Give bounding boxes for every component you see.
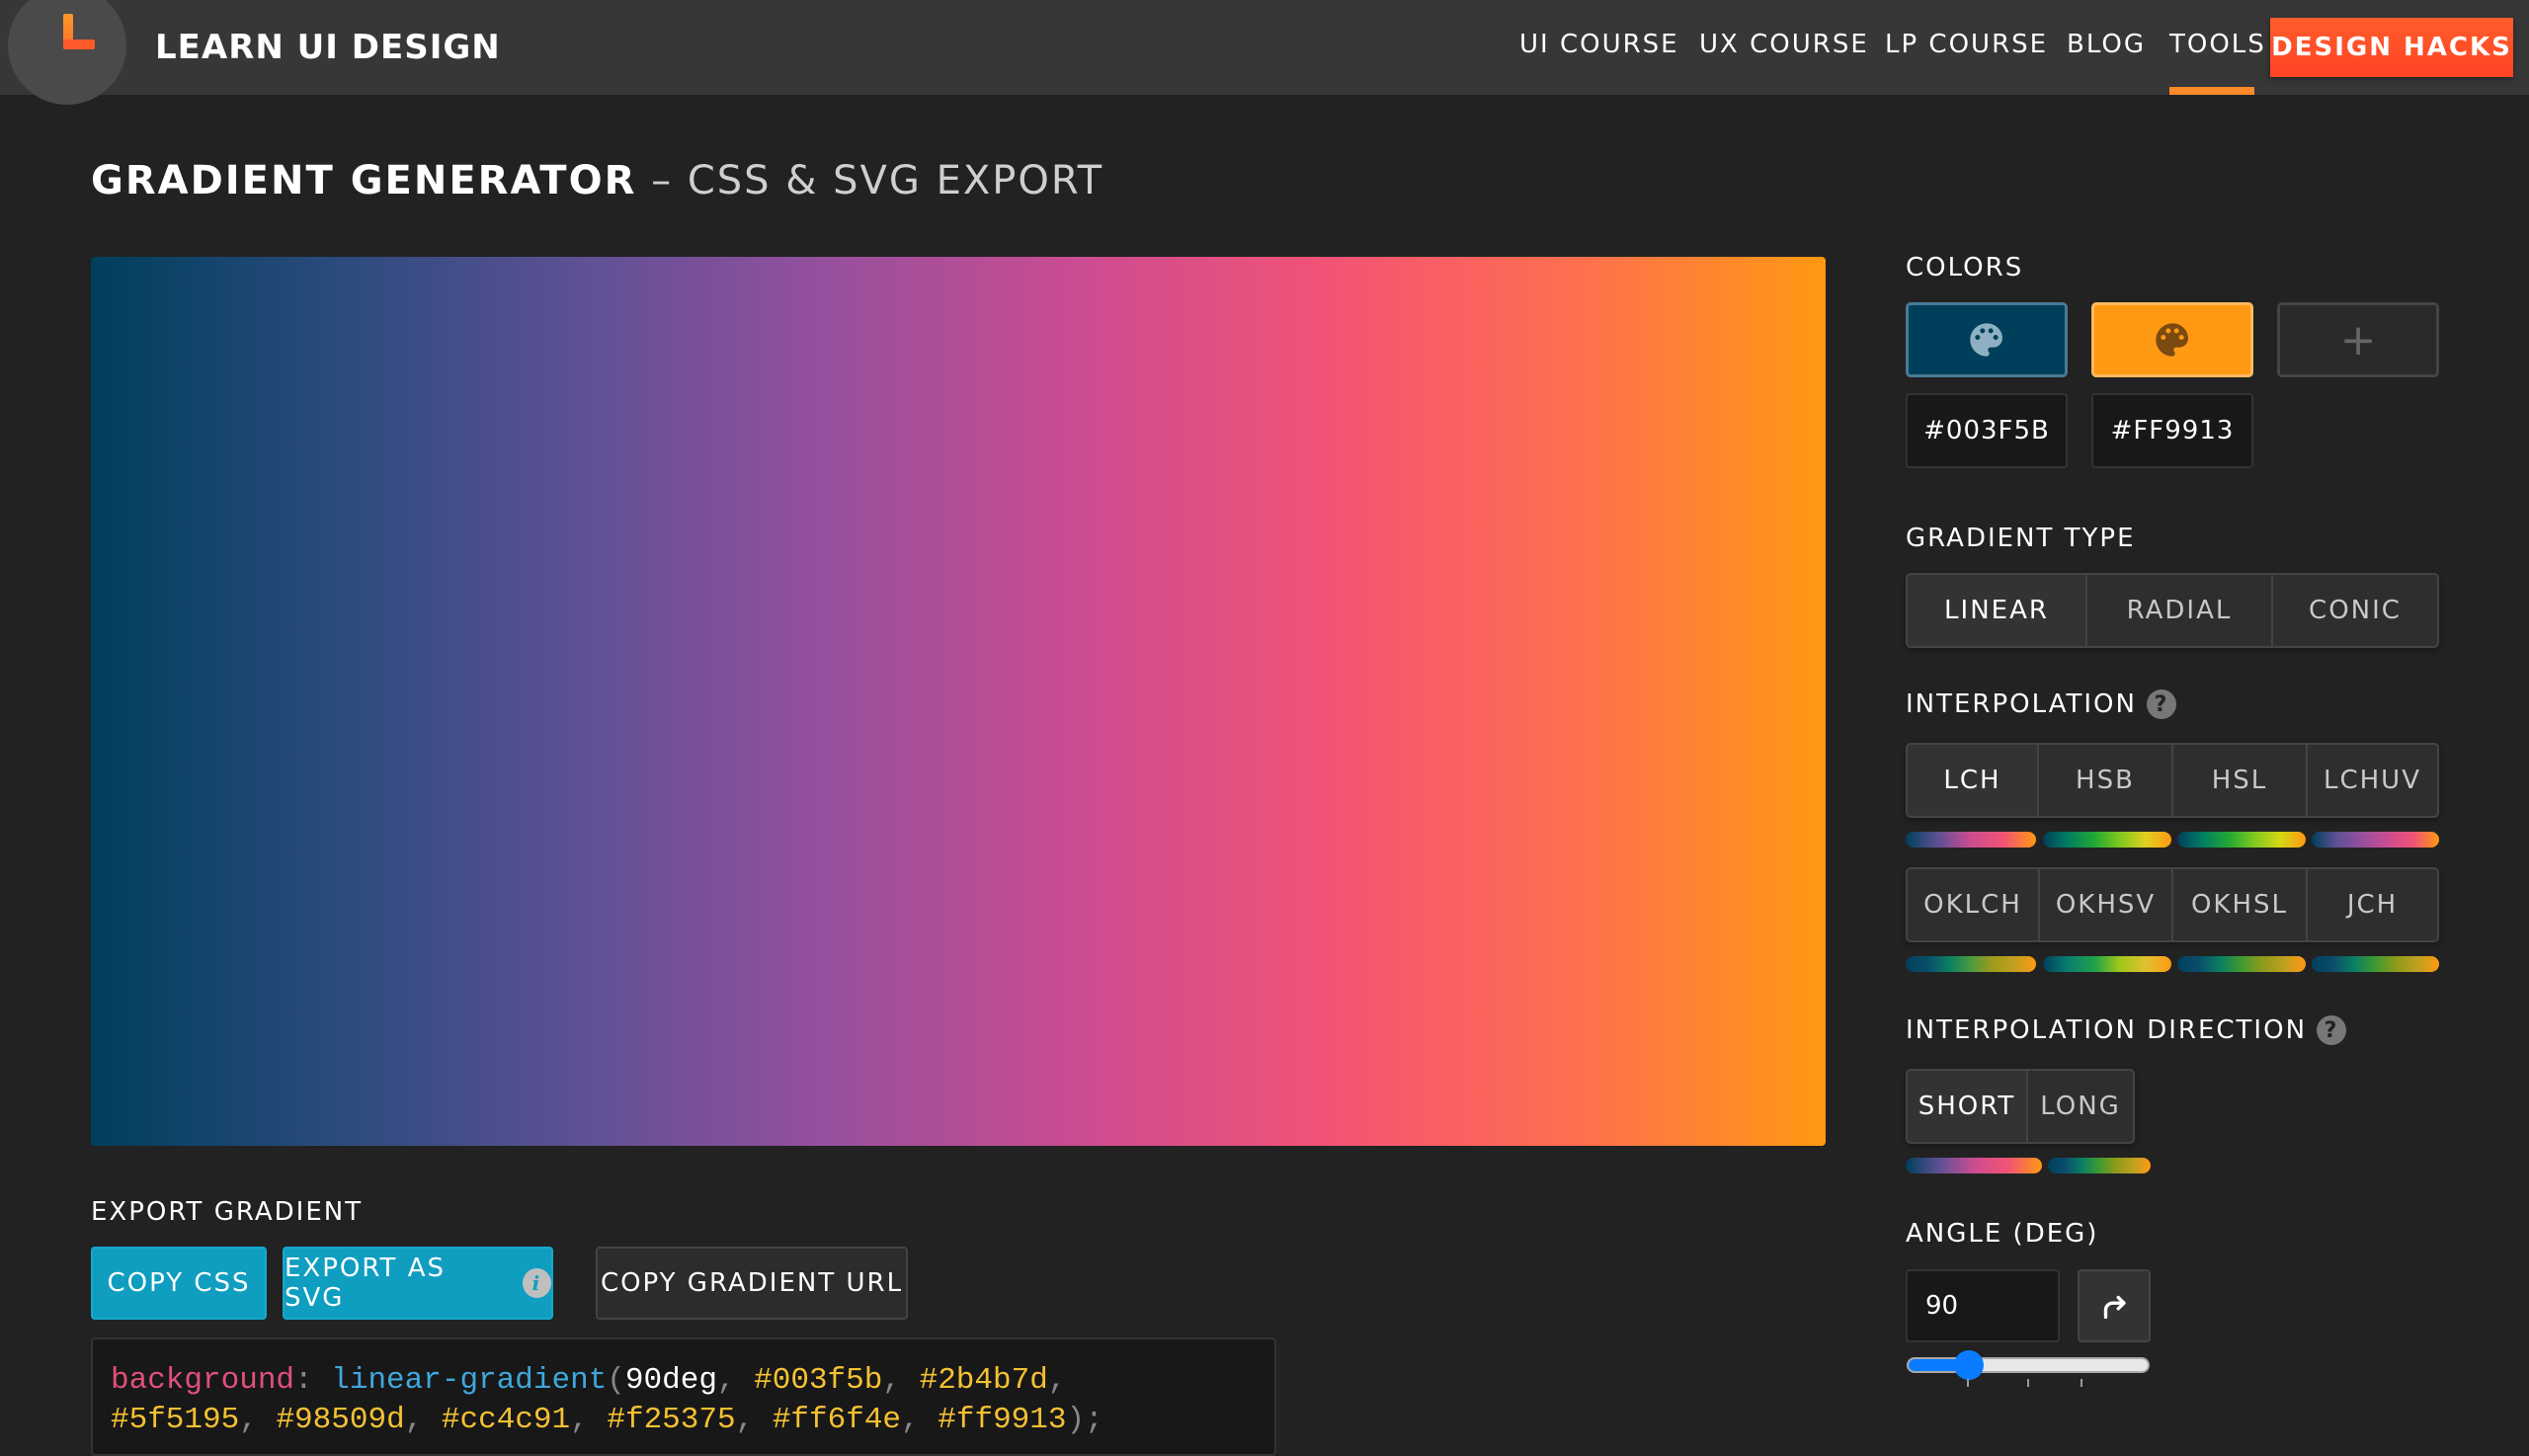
rotate-button[interactable]: [2078, 1269, 2151, 1342]
option-long[interactable]: LONG: [2028, 1071, 2133, 1142]
interpolation-selector-row-1: LCH HSB HSL LCHUV: [1906, 743, 2439, 818]
nav-ui-course[interactable]: UI COURSE: [1519, 30, 1679, 59]
code-hex: #003f5b: [754, 1363, 883, 1398]
preview-bar-hsl: [2177, 832, 2306, 848]
interpolation-label: INTERPOLATION?: [1906, 689, 2176, 719]
preview-bar-hsb: [2043, 832, 2171, 848]
page-title: GRADIENT GENERATOR – CSS & SVG EXPORT: [91, 158, 1103, 203]
option-short[interactable]: SHORT: [1908, 1071, 2028, 1142]
colors-label: COLORS: [1906, 253, 2024, 283]
brand-name[interactable]: LEARN UI DESIGN: [155, 28, 501, 67]
angle-input[interactable]: 90: [1906, 1269, 2060, 1342]
copy-css-label: COPY CSS: [107, 1268, 251, 1298]
color-swatch-1[interactable]: [1906, 302, 2068, 377]
palette-icon: [2156, 323, 2188, 357]
hex-input-2[interactable]: #FF9913: [2091, 393, 2253, 468]
option-lch[interactable]: LCH: [1908, 745, 2039, 816]
code-hex: #2b4b7d: [919, 1363, 1048, 1398]
add-color-button[interactable]: +: [2277, 302, 2439, 377]
option-jch[interactable]: JCH: [2308, 869, 2437, 940]
interpolation-direction-label: INTERPOLATION DIRECTION?: [1906, 1015, 2347, 1045]
hex-input-1[interactable]: #003F5B: [1906, 393, 2068, 468]
option-oklch[interactable]: OKLCH: [1908, 869, 2040, 940]
palette-icon: [1970, 323, 2002, 357]
copy-url-label: COPY GRADIENT URL: [600, 1268, 904, 1298]
interpolation-label-text: INTERPOLATION: [1906, 689, 2137, 719]
code-hex: #f25375: [607, 1403, 736, 1437]
export-svg-button[interactable]: EXPORT AS SVG i: [283, 1247, 553, 1320]
code-hex: #5f5195: [111, 1403, 240, 1437]
slider-tick: [2027, 1379, 2029, 1387]
code-hex: #cc4c91: [441, 1403, 571, 1437]
copy-gradient-url-button[interactable]: COPY GRADIENT URL: [596, 1247, 908, 1320]
nav-lp-course[interactable]: LP COURSE: [1885, 30, 2048, 59]
preview-bar-lchuv: [2312, 832, 2439, 848]
preview-bar-long: [2048, 1158, 2151, 1173]
option-linear[interactable]: LINEAR: [1908, 575, 2087, 646]
option-conic[interactable]: CONIC: [2273, 575, 2437, 646]
nav-tools[interactable]: TOOLS: [2169, 30, 2266, 59]
angle-slider-thumb[interactable]: [1953, 1350, 1984, 1380]
preview-bar-oklch: [1906, 956, 2036, 972]
css-code-block[interactable]: background: linear-gradient(90deg, #003f…: [91, 1337, 1276, 1456]
help-icon[interactable]: ?: [2317, 1015, 2347, 1045]
logo[interactable]: [8, 0, 126, 105]
preview-bar-short: [1906, 1158, 2042, 1173]
direction-label-text: INTERPOLATION DIRECTION: [1906, 1015, 2308, 1045]
gradient-type-selector: LINEAR RADIAL CONIC: [1906, 573, 2439, 648]
slider-tick: [1967, 1379, 1969, 1387]
top-nav-bar: LEARN UI DESIGN UI COURSE UX COURSE LP C…: [0, 0, 2529, 105]
page-title-sub: – CSS & SVG EXPORT: [636, 158, 1104, 203]
preview-bar-lch: [1906, 832, 2036, 848]
option-radial[interactable]: RADIAL: [2087, 575, 2273, 646]
gradient-type-label: GRADIENT TYPE: [1906, 524, 2136, 553]
option-hsl[interactable]: HSL: [2173, 745, 2308, 816]
option-hsb[interactable]: HSB: [2039, 745, 2173, 816]
code-angle: 90deg: [624, 1363, 717, 1398]
preview-bar-jch: [2312, 956, 2439, 972]
logo-l-icon: [63, 14, 95, 49]
angle-label: ANGLE (DEG): [1906, 1219, 2099, 1249]
preview-bar-okhsv: [2043, 956, 2171, 972]
preview-bar-okhsl: [2177, 956, 2306, 972]
slider-tick: [2080, 1379, 2082, 1387]
export-gradient-label: EXPORT GRADIENT: [91, 1197, 364, 1227]
code-hex: #ff9913: [938, 1403, 1067, 1437]
color-swatch-2[interactable]: [2091, 302, 2253, 377]
export-svg-label: EXPORT AS SVG: [285, 1254, 446, 1313]
nav-blog[interactable]: BLOG: [2067, 30, 2146, 59]
code-line-2: #5f5195, #98509d, #cc4c91, #f25375, #ff6…: [111, 1403, 1103, 1437]
code-function: linear-gradient: [331, 1363, 608, 1398]
design-hacks-button[interactable]: DESIGN HACKS: [2270, 18, 2513, 77]
gradient-preview: [91, 257, 1826, 1146]
page-title-main: GRADIENT GENERATOR: [91, 158, 637, 203]
copy-css-button[interactable]: COPY CSS: [91, 1247, 267, 1320]
nav-active-indicator: [2169, 87, 2254, 95]
rotate-right-icon: [2103, 1295, 2126, 1320]
option-okhsv[interactable]: OKHSV: [2040, 869, 2173, 940]
interpolation-selector-row-2: OKLCH OKHSV OKHSL JCH: [1906, 867, 2439, 942]
option-okhsl[interactable]: OKHSL: [2173, 869, 2308, 940]
option-lchuv[interactable]: LCHUV: [2308, 745, 2437, 816]
code-hex: #ff6f4e: [772, 1403, 902, 1437]
code-property: background: [111, 1363, 295, 1398]
info-icon[interactable]: i: [522, 1268, 551, 1298]
code-line-1: background: linear-gradient(90deg, #003f…: [111, 1363, 1067, 1398]
direction-selector: SHORT LONG: [1906, 1069, 2135, 1144]
nav-ux-course[interactable]: UX COURSE: [1699, 30, 1869, 59]
code-hex: #98509d: [276, 1403, 405, 1437]
angle-slider[interactable]: [1907, 1350, 2150, 1380]
help-icon[interactable]: ?: [2146, 689, 2176, 719]
